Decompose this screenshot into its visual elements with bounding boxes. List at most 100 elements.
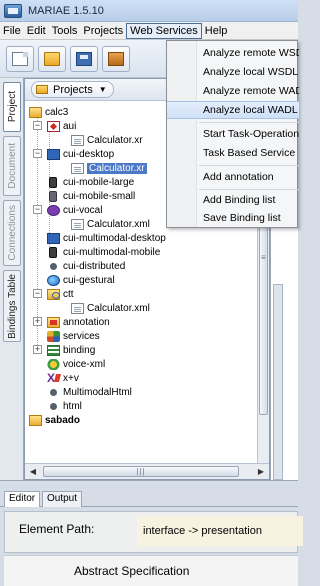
collapse-toggle[interactable]: −	[33, 149, 42, 158]
tree-node-binding[interactable]: binding	[47, 343, 95, 357]
tree-node-xv[interactable]: x+v	[47, 371, 79, 385]
tab-editor[interactable]: Editor	[4, 491, 41, 507]
tree-node-label: cui-desktop	[63, 148, 115, 160]
menu-item-analyze-local-wsdl[interactable]: Analyze local WSDL	[167, 63, 299, 81]
tab-document[interactable]: Document	[3, 136, 21, 196]
tree-node-label: services	[63, 330, 100, 342]
menu-item-analyze-remote-wsdl[interactable]: Analyze remote WSDL	[167, 44, 299, 62]
menu-separator	[199, 189, 299, 190]
tree-node-label: x+v	[63, 372, 79, 384]
web-services-menu: Analyze remote WSDL Analyze local WSDL A…	[166, 40, 299, 228]
voicexml-icon	[47, 358, 60, 370]
tree-node-html[interactable]: html	[47, 399, 82, 413]
expand-toggle[interactable]: +	[33, 317, 42, 326]
menu-item-start-task-operation-binding[interactable]: Start Task-Operation Binding	[167, 125, 299, 143]
chevron-down-icon: ▼	[98, 85, 107, 94]
tree-node-cui-multimodal-desktop[interactable]: cui-multimodal-desktop	[47, 231, 166, 245]
ctt-folder-icon	[47, 288, 60, 300]
save-button[interactable]	[70, 46, 98, 72]
bottom-tab-bar: Editor Output	[0, 489, 298, 507]
annotation-folder-icon	[47, 316, 60, 328]
menu-web-services[interactable]: Web Services	[126, 22, 202, 39]
menu-item-analyze-remote-wadl[interactable]: Analyze remote WADL	[167, 82, 299, 100]
scroll-left-icon[interactable]: ◀	[26, 465, 40, 478]
tree-node-cui-multimodal-mobile[interactable]: cui-multimodal-mobile	[47, 245, 160, 259]
desktop-icon	[47, 148, 60, 160]
tree-node-label: cui-distributed	[63, 260, 126, 272]
globe-icon	[47, 274, 60, 286]
tree-node-ctt[interactable]: ctt	[47, 287, 74, 301]
tree-node-aui[interactable]: aui	[47, 119, 76, 133]
expand-toggle[interactable]: +	[33, 345, 42, 354]
tree-node-label: voice-xml	[63, 358, 106, 370]
tree-node-cui-mobile-small[interactable]: cui-mobile-small	[47, 189, 135, 203]
scroll-right-icon[interactable]: ▶	[254, 465, 268, 478]
tree-node-label: cui-mobile-small	[63, 190, 136, 202]
bullet-icon	[50, 388, 57, 396]
menu-item-add-binding-list[interactable]: Add Binding list	[167, 191, 299, 209]
tree-node-file[interactable]: Calculator.xr	[71, 133, 143, 147]
tree-node-cui-distributed[interactable]: cui-distributed	[47, 259, 125, 273]
tree-node-file[interactable]: Calculator.xml	[71, 217, 150, 231]
open-button[interactable]	[38, 46, 66, 72]
aui-model-icon	[47, 120, 60, 132]
bottom-panel: Editor Output Element Path: interface ->…	[0, 480, 303, 586]
tree-node-label: Calculator.xml	[87, 218, 150, 230]
tree-node-file-selected[interactable]: Calculator.xr	[71, 161, 147, 175]
tree-node-label: Calculator.xr	[87, 162, 147, 174]
mobile-icon	[49, 190, 57, 202]
desktop-icon	[47, 232, 60, 244]
menu-projects[interactable]: Projects	[80, 23, 126, 39]
tree-node-label: cui-gestural	[63, 274, 115, 286]
tree-node-annotation[interactable]: annotation	[47, 315, 110, 329]
tool-button[interactable]	[102, 46, 130, 72]
xv-icon	[47, 371, 60, 385]
file-icon	[71, 218, 84, 230]
bullet-icon	[50, 402, 57, 410]
scrollbar-thumb[interactable]: |||	[43, 466, 239, 477]
tab-bindings-table[interactable]: Bindings Table	[3, 270, 21, 342]
menu-file[interactable]: File	[0, 23, 24, 39]
menu-item-add-annotation[interactable]: Add annotation	[167, 168, 299, 186]
tree-node-cui-mobile-large[interactable]: cui-mobile-large	[47, 175, 134, 189]
menu-edit[interactable]: Edit	[24, 23, 49, 39]
tab-output[interactable]: Output	[42, 491, 83, 507]
side-tab-strip: Project Document Connections Bindings Ta…	[0, 78, 24, 480]
new-document-icon	[12, 52, 28, 66]
element-path-label: Element Path:	[19, 522, 95, 536]
tree-node-cui-desktop[interactable]: cui-desktop	[47, 147, 114, 161]
collapse-toggle[interactable]: −	[33, 121, 42, 130]
tab-project-label: Project	[6, 91, 18, 123]
collapse-toggle[interactable]: −	[33, 289, 42, 298]
menu-tools[interactable]: Tools	[49, 23, 81, 39]
tab-connections[interactable]: Connections	[3, 200, 21, 266]
menu-item-task-based-service-filter[interactable]: Task Based Service Filter	[167, 144, 299, 162]
tree-node-multimodalhtml[interactable]: MultimodalHtml	[47, 385, 132, 399]
tab-project[interactable]: Project	[3, 82, 21, 132]
tree-node-label: cui-mobile-large	[63, 176, 135, 188]
window-title: MARIAE 1.5.10	[28, 4, 104, 17]
menu-help[interactable]: Help	[202, 23, 231, 39]
save-icon	[76, 52, 92, 66]
tree-node-cui-vocal[interactable]: cui-vocal	[47, 203, 102, 217]
collapse-toggle[interactable]: −	[33, 205, 42, 214]
tree-node-label: Calculator.xml	[87, 302, 150, 314]
editor-scrollbar[interactable]	[273, 284, 283, 480]
tree-node-label: annotation	[63, 316, 110, 328]
tree-node-cui-gestural[interactable]: cui-gestural	[47, 273, 115, 287]
new-button[interactable]	[6, 46, 34, 72]
projects-dropdown[interactable]: Projects ▼	[31, 81, 114, 98]
tree-node-calc3[interactable]: calc3	[29, 105, 68, 119]
mobile-icon	[49, 176, 57, 188]
tree-node-file[interactable]: Calculator.xml	[71, 301, 150, 315]
file-icon	[71, 302, 84, 314]
menu-item-analyze-local-wadl[interactable]: Analyze local WADL	[167, 101, 299, 119]
tree-node-label: html	[63, 400, 82, 412]
project-folder-icon	[29, 414, 42, 426]
grip-icon: |||	[136, 467, 146, 476]
menu-item-save-binding-list[interactable]: Save Binding list	[167, 209, 299, 227]
tree-node-sabado[interactable]: sabado	[29, 413, 80, 427]
tree-node-services[interactable]: services	[47, 329, 100, 343]
tree-horizontal-scrollbar[interactable]: ◀ ||| ▶	[25, 463, 269, 479]
tree-node-voice-xml[interactable]: voice-xml	[47, 357, 105, 371]
